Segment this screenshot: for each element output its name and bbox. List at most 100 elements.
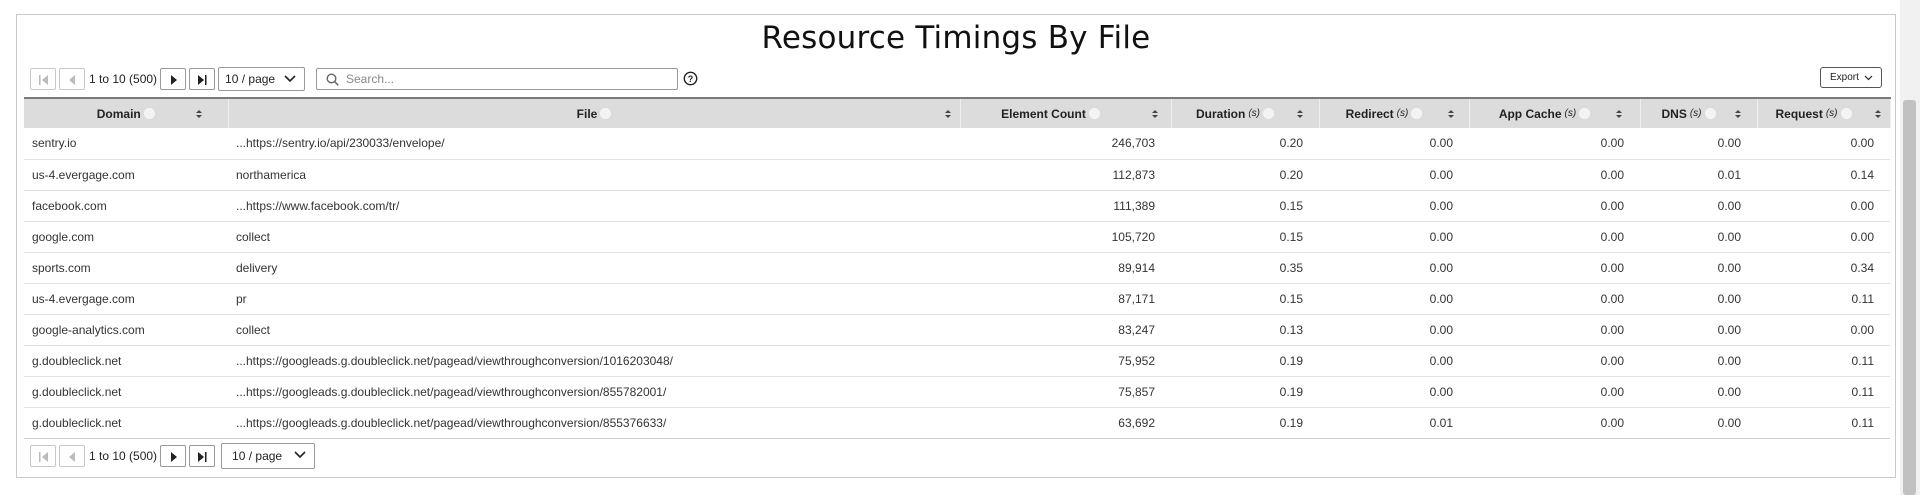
column-header-redirect[interactable]: Redirect (s) — [1319, 97, 1470, 128]
table-row[interactable]: us-4.evergage.com northamerica 112,873 0… — [24, 159, 1890, 191]
table-header-row: Domain File Element Count Duration (s) R… — [24, 97, 1891, 128]
table-row[interactable]: g.doubleclick.net ...https://googleads.g… — [24, 407, 1890, 439]
cell-request: 0.00 — [1757, 128, 1890, 160]
table-row[interactable]: facebook.com ...https://www.facebook.com… — [24, 190, 1890, 222]
column-header-element-count[interactable]: Element Count — [960, 97, 1172, 128]
export-button[interactable]: Export — [1820, 67, 1882, 88]
cell-dns: 0.00 — [1640, 407, 1757, 439]
cell-dns: 0.00 — [1640, 128, 1757, 160]
cell-domain: us-4.evergage.com — [24, 159, 228, 191]
page-size-select[interactable]: 10 / page — [218, 67, 306, 91]
cell-app-cache: 0.00 — [1469, 283, 1640, 315]
table-row[interactable]: g.doubleclick.net ...https://googleads.g… — [24, 345, 1890, 377]
column-label: Domain — [96, 106, 141, 121]
cell-domain: sentry.io — [24, 128, 228, 160]
first-page-button[interactable] — [30, 445, 56, 467]
cell-dns: 0.00 — [1640, 221, 1757, 253]
info-icon[interactable] — [1263, 108, 1274, 119]
cell-redirect: 0.00 — [1319, 252, 1469, 284]
pager-bottom: 1 to 10 (500) 10 / page — [30, 443, 316, 469]
resource-table-container: Domain File Element Count Duration (s) R… — [24, 97, 1891, 439]
cell-duration: 0.35 — [1171, 252, 1319, 284]
info-icon[interactable] — [1088, 108, 1100, 119]
cell-domain: g.doubleclick.net — [24, 376, 228, 408]
cell-file: ...https://googleads.g.doubleclick.net/p… — [228, 345, 960, 377]
first-page-button[interactable] — [30, 68, 56, 90]
search-box — [316, 68, 678, 90]
cell-request: 0.11 — [1757, 283, 1890, 315]
last-page-button[interactable] — [189, 68, 216, 90]
page-range-text: 1 to 10 (500) — [89, 72, 158, 86]
column-header-request[interactable]: Request (s) — [1757, 97, 1891, 128]
info-icon[interactable] — [1579, 108, 1591, 119]
table-row[interactable]: google.com collect 105,720 0.15 0.00 0.0… — [24, 221, 1890, 253]
prev-page-button[interactable] — [59, 68, 85, 90]
table-row[interactable]: google-analytics.com collect 83,247 0.13… — [24, 314, 1890, 346]
column-unit: (s) — [1689, 108, 1702, 119]
column-header-app-cache[interactable]: App Cache (s) — [1469, 97, 1641, 128]
info-icon[interactable] — [1704, 108, 1716, 119]
cell-duration: 0.19 — [1171, 407, 1319, 439]
cell-app-cache: 0.00 — [1469, 128, 1640, 160]
column-header-duration[interactable]: Duration (s) — [1171, 97, 1320, 128]
cell-domain: sports.com — [24, 252, 228, 284]
sort-icon[interactable] — [944, 109, 951, 119]
cell-file: pr — [228, 283, 960, 315]
cell-request: 0.11 — [1757, 345, 1890, 377]
cell-element-count: 111,389 — [960, 190, 1171, 222]
cell-domain: g.doubleclick.net — [24, 407, 228, 439]
sort-icon[interactable] — [1874, 109, 1881, 119]
sort-icon[interactable] — [1615, 109, 1622, 119]
cell-element-count: 112,873 — [960, 159, 1171, 191]
sort-icon[interactable] — [195, 109, 202, 119]
sort-icon[interactable] — [1151, 109, 1158, 119]
table-row[interactable]: sentry.io ...https://sentry.io/api/23003… — [24, 128, 1890, 160]
page-size-select[interactable]: 10 / page — [221, 443, 316, 469]
cell-request: 0.11 — [1757, 407, 1890, 439]
sort-icon[interactable] — [1447, 109, 1454, 119]
scrollbar-thumb[interactable] — [1903, 100, 1916, 495]
page-size-value: 10 / page — [232, 449, 283, 463]
next-page-button[interactable] — [160, 68, 187, 90]
cell-app-cache: 0.00 — [1469, 252, 1640, 284]
cell-file: collect — [228, 314, 960, 346]
prev-page-icon — [69, 75, 75, 85]
search-input[interactable] — [346, 72, 646, 86]
cell-element-count: 63,692 — [960, 407, 1171, 439]
info-icon[interactable] — [143, 108, 155, 119]
cell-dns: 0.00 — [1640, 252, 1757, 284]
column-header-file[interactable]: File — [228, 97, 961, 128]
cell-dns: 0.01 — [1640, 159, 1757, 191]
prev-page-icon — [69, 452, 75, 462]
info-icon[interactable] — [1411, 108, 1423, 119]
cell-request: 0.00 — [1757, 314, 1890, 346]
cell-redirect: 0.00 — [1319, 159, 1469, 191]
cell-duration: 0.19 — [1171, 376, 1319, 408]
cell-request: 0.14 — [1757, 159, 1890, 191]
cell-redirect: 0.00 — [1319, 221, 1469, 253]
column-label: Duration — [1195, 106, 1246, 121]
next-page-button[interactable] — [160, 445, 187, 467]
cell-domain: facebook.com — [24, 190, 228, 222]
help-icon[interactable]: ? — [683, 71, 698, 86]
table-row[interactable]: sports.com delivery 89,914 0.35 0.00 0.0… — [24, 252, 1890, 284]
chevron-down-icon — [284, 75, 296, 83]
cell-file: northamerica — [228, 159, 960, 191]
table-row[interactable]: us-4.evergage.com pr 87,171 0.15 0.00 0.… — [24, 283, 1890, 315]
column-header-dns[interactable]: DNS (s) — [1640, 97, 1758, 128]
prev-page-button[interactable] — [59, 445, 85, 467]
sort-icon[interactable] — [1734, 109, 1741, 119]
cell-element-count: 246,703 — [960, 128, 1171, 160]
cell-redirect: 0.00 — [1319, 190, 1469, 222]
cell-request: 0.00 — [1757, 190, 1890, 222]
column-header-domain[interactable]: Domain — [24, 97, 229, 128]
cell-app-cache: 0.00 — [1469, 345, 1640, 377]
resource-timings-table: Domain File Element Count Duration (s) R… — [24, 97, 1891, 439]
last-page-button[interactable] — [189, 445, 216, 467]
info-icon[interactable] — [1840, 108, 1852, 119]
cell-redirect: 0.00 — [1319, 314, 1469, 346]
table-row[interactable]: g.doubleclick.net ...https://googleads.g… — [24, 376, 1890, 408]
sort-icon[interactable] — [1296, 109, 1303, 119]
cell-dns: 0.00 — [1640, 314, 1757, 346]
info-icon[interactable] — [600, 108, 612, 119]
